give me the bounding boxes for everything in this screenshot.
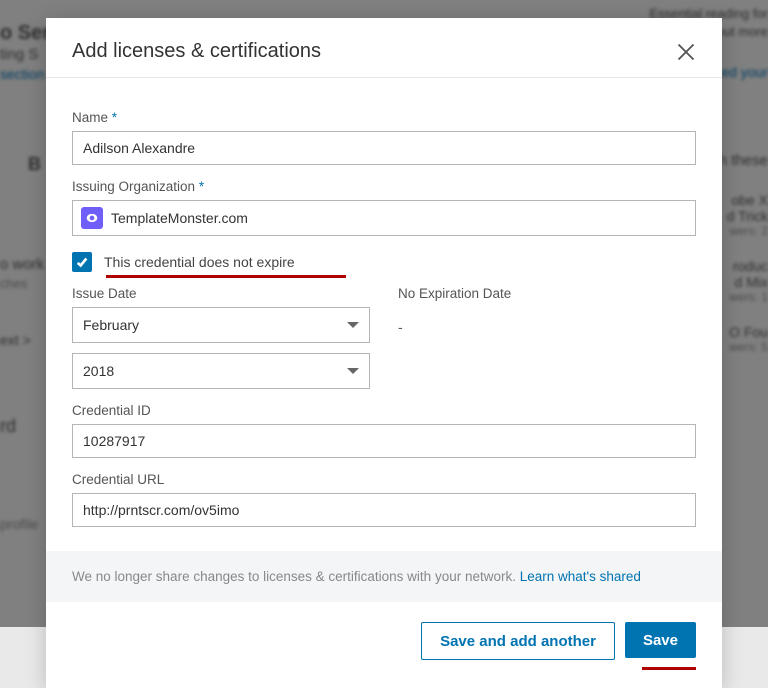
annotation-underline-1: [106, 275, 346, 278]
credential-url-label: Credential URL: [72, 472, 696, 487]
credential-id-input[interactable]: [72, 424, 696, 458]
chevron-down-icon: [347, 322, 359, 328]
no-expire-checkbox[interactable]: [72, 252, 92, 272]
expiration-col: No Expiration Date -: [398, 282, 696, 389]
modal-body: Name * Issuing Organization * This crede…: [46, 78, 722, 551]
credential-url-input[interactable]: [72, 493, 696, 527]
modal-title: Add licenses & certifications: [72, 40, 321, 63]
share-notice: We no longer share changes to licenses &…: [46, 551, 722, 602]
no-expire-label: This credential does not expire: [104, 254, 295, 270]
annotation-underline-2: [642, 667, 696, 670]
expiration-value: -: [398, 319, 696, 335]
org-logo-icon: [81, 207, 103, 229]
dates-row: Issue Date February 2018 No Expiration D…: [72, 282, 696, 389]
learn-shared-link[interactable]: Learn what's shared: [520, 569, 641, 584]
save-add-another-button[interactable]: Save and add another: [421, 622, 615, 660]
modal-header: Add licenses & certifications: [46, 18, 722, 78]
close-icon[interactable]: [676, 42, 696, 62]
expiration-label: No Expiration Date: [398, 286, 696, 301]
no-expire-row: This credential does not expire: [72, 252, 696, 272]
name-input[interactable]: [72, 131, 696, 165]
issue-month-select[interactable]: February: [72, 307, 370, 343]
credential-id-label: Credential ID: [72, 403, 696, 418]
chevron-down-icon: [347, 368, 359, 374]
org-label: Issuing Organization *: [72, 179, 696, 194]
name-label: Name *: [72, 110, 696, 125]
issue-year-select[interactable]: 2018: [72, 353, 370, 389]
save-button[interactable]: Save: [625, 622, 696, 658]
org-input-wrap[interactable]: [72, 200, 696, 236]
issue-date-col: Issue Date February 2018: [72, 282, 370, 389]
issue-date-label: Issue Date: [72, 286, 370, 301]
licenses-modal: Add licenses & certifications Name * Iss…: [46, 18, 722, 688]
org-input[interactable]: [111, 201, 695, 235]
modal-footer: Save and add another Save: [46, 602, 722, 688]
